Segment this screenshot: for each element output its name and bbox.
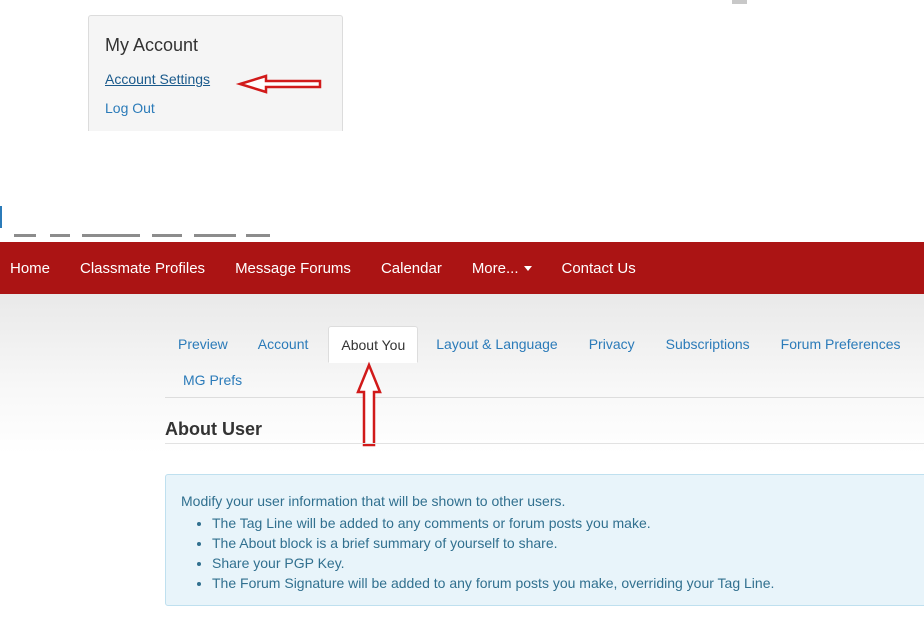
profile-tabs: Preview Account About You Layout & Langu… xyxy=(166,326,912,363)
tab-about-you[interactable]: About You xyxy=(328,326,419,363)
tab-layout-language[interactable]: Layout & Language xyxy=(424,326,569,363)
list-item: The About block is a brief summary of yo… xyxy=(212,533,774,553)
tab-forum-preferences[interactable]: Forum Preferences xyxy=(769,326,913,363)
tabs-divider xyxy=(165,397,924,398)
main-navbar: Home Classmate Profiles Message Forums C… xyxy=(0,242,924,294)
page-title: About User xyxy=(165,419,263,439)
nav-calendar[interactable]: Calendar xyxy=(366,260,457,277)
my-account-title: My Account xyxy=(105,35,199,55)
nav-more-label: More... xyxy=(471,259,519,277)
tab-preview[interactable]: Preview xyxy=(166,326,240,363)
title-divider xyxy=(165,443,924,444)
cropped-edge-mark xyxy=(0,206,2,228)
screenshot-stage: My Account Account Settings Log Out Home… xyxy=(0,0,924,621)
red-left-arrow-annotation xyxy=(235,74,322,94)
profile-tabs-row-2: MG Prefs xyxy=(171,362,254,399)
nav-home[interactable]: Home xyxy=(0,260,65,277)
nav-classmate-profiles[interactable]: Classmate Profiles xyxy=(65,260,220,277)
info-bullet-list: The Tag Line will be added to any commen… xyxy=(196,513,774,593)
cropped-text-remnant xyxy=(14,234,274,242)
list-item: Share your PGP Key. xyxy=(212,553,774,573)
nav-more-dropdown[interactable]: More... xyxy=(457,260,547,277)
red-up-arrow-annotation xyxy=(356,361,382,447)
tab-mg-prefs[interactable]: MG Prefs xyxy=(171,362,254,399)
list-item: The Tag Line will be added to any commen… xyxy=(212,513,774,533)
info-intro-text: Modify your user information that will b… xyxy=(181,493,566,509)
tab-subscriptions[interactable]: Subscriptions xyxy=(654,326,762,363)
info-alert: Modify your user information that will b… xyxy=(165,474,924,606)
nav-contact-us[interactable]: Contact Us xyxy=(547,260,651,277)
account-settings-link[interactable]: Account Settings xyxy=(105,71,210,87)
tab-account[interactable]: Account xyxy=(246,326,321,363)
list-item: The Forum Signature will be added to any… xyxy=(212,573,774,593)
nav-message-forums[interactable]: Message Forums xyxy=(220,260,366,277)
log-out-link[interactable]: Log Out xyxy=(105,100,155,116)
corner-decoration xyxy=(732,0,747,4)
tab-privacy[interactable]: Privacy xyxy=(577,326,647,363)
chevron-down-icon xyxy=(523,266,532,272)
